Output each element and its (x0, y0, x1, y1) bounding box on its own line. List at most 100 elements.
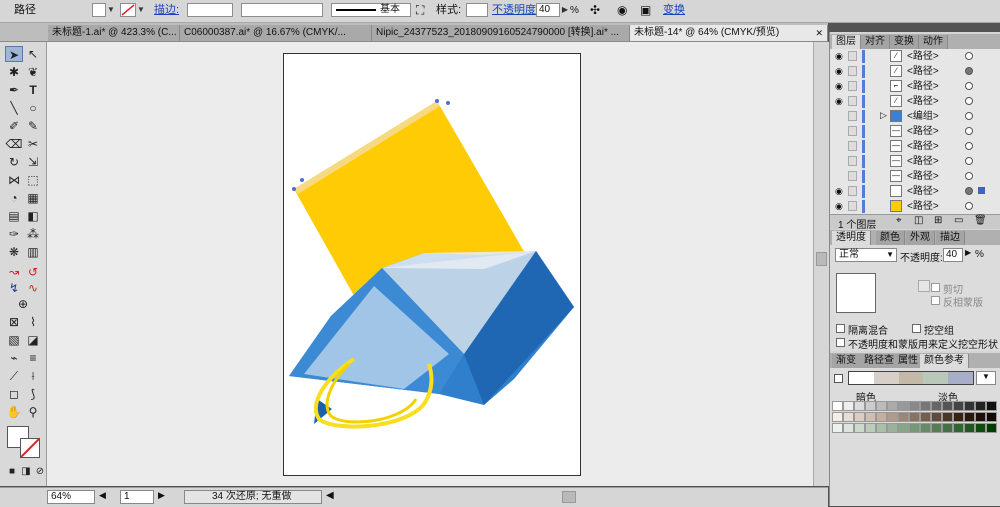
anchor-point[interactable] (300, 178, 304, 182)
direct-selection-tool-icon[interactable]: ↖ (24, 46, 42, 62)
layer-row[interactable]: ◉ ∕ <路径> (830, 94, 1000, 110)
mesh-tool-icon[interactable]: ⊠ (5, 314, 23, 330)
clip-checkbox[interactable] (931, 283, 940, 292)
brush-definition[interactable]: 基本 (331, 3, 411, 17)
next-artboard-icon[interactable]: ▶ (158, 490, 165, 501)
hand-draw-tool-icon[interactable]: ⌁ (5, 350, 23, 366)
target-circle-icon[interactable] (965, 112, 973, 120)
harmony-rules-dropdown[interactable]: ▼ (976, 371, 996, 385)
artboard-page-field[interactable]: 1 (120, 490, 154, 504)
tab-color-guide[interactable]: 颜色参考 (920, 354, 969, 368)
layer-row[interactable]: ◉ <路径> (830, 199, 1000, 215)
layer-row[interactable]: — <路径> (830, 154, 1000, 170)
locate-object-icon[interactable]: ⌖ (896, 215, 902, 226)
blend-mode-select[interactable]: 正常 ▼ (835, 248, 897, 262)
artboard[interactable] (283, 53, 581, 476)
tab-color[interactable]: 颜色 (876, 231, 905, 245)
document-canvas[interactable] (47, 42, 828, 486)
tab-document-1[interactable]: 未标题-1.ai* @ 423.3% (C... (48, 25, 180, 41)
target-circle-icon[interactable] (965, 67, 973, 75)
target-circle-icon[interactable] (965, 202, 973, 210)
pencil-tool-icon[interactable]: ✎ (24, 118, 42, 134)
rotate-tool-icon[interactable]: ↻ (5, 154, 23, 170)
variable-width-profile[interactable] (241, 3, 323, 17)
zoom-tool-icon[interactable]: ⚲ (24, 404, 42, 420)
eye-icon[interactable]: ◉ (835, 96, 844, 106)
stroke-swatch[interactable] (120, 3, 136, 17)
shape-builder-tool-icon[interactable]: ◔ (5, 190, 23, 206)
width-tool-icon[interactable]: ⋈ (5, 172, 23, 188)
lock-toggle[interactable] (848, 186, 857, 196)
lock-toggle[interactable] (848, 156, 857, 166)
lock-toggle[interactable] (848, 126, 857, 136)
tab-layers[interactable]: 图层 (832, 35, 861, 49)
selection-tool-icon[interactable]: ➤ (5, 46, 23, 62)
layer-row[interactable]: ◉ ⌐ <路径> (830, 79, 1000, 95)
slice-select-tool-icon[interactable]: ⟆ (24, 386, 42, 402)
undo-status[interactable]: 34 次还原; 无重做 (184, 490, 322, 504)
target-circle-icon[interactable] (965, 157, 973, 165)
delete-layer-icon[interactable]: 🗑 (974, 215, 987, 226)
harmony-bar[interactable] (848, 371, 974, 385)
measure-tool-icon[interactable]: ⟋ (5, 368, 23, 384)
graphic-style-swatch[interactable] (466, 3, 488, 17)
transform-link[interactable]: 变换 (663, 3, 685, 18)
target-circle-icon[interactable] (965, 142, 973, 150)
knockout-group-checkbox[interactable] (912, 324, 921, 333)
layer-row[interactable]: — <路径> (830, 139, 1000, 155)
lock-toggle[interactable] (848, 171, 857, 181)
target-tool-icon[interactable]: ⊕ (14, 296, 32, 312)
eye-icon[interactable]: ◉ (835, 51, 844, 61)
ellipse-tool-icon[interactable]: ○ (24, 100, 42, 116)
warp-tool-icon[interactable]: ↝ (5, 264, 23, 280)
scroll-left-icon[interactable]: ◀ (326, 490, 334, 501)
slice-tool-icon[interactable]: ◪ (24, 332, 42, 348)
opacity-input[interactable]: 40 (943, 248, 963, 262)
hand-tool-icon[interactable]: ✋ (5, 404, 23, 420)
scale-tool-icon[interactable]: ⇲ (24, 154, 42, 170)
fill-swatch[interactable] (92, 3, 106, 17)
free-transform-tool-icon[interactable]: ⬚ (24, 172, 42, 188)
lock-toggle[interactable] (848, 81, 857, 91)
eyedropper-tool-icon[interactable]: ✑ (5, 226, 23, 242)
tab-stroke[interactable]: 描边 (936, 231, 965, 245)
pucker-tool-icon[interactable]: ↯ (5, 280, 23, 296)
horizontal-scrollbar-thumb[interactable] (562, 491, 576, 503)
line-tool-icon[interactable]: ╲ (5, 100, 23, 116)
layer-row[interactable]: — <路径> (830, 169, 1000, 185)
tab-actions[interactable]: 动作 (919, 35, 948, 49)
document-setup-icon[interactable]: ◉ (617, 3, 627, 18)
options-icon[interactable]: ⛶ (416, 3, 424, 18)
eye-icon[interactable]: ◉ (835, 186, 844, 196)
stroke-weight-field[interactable] (187, 3, 233, 17)
layer-row[interactable]: ◉ <路径> (830, 184, 1000, 200)
tab-attributes[interactable]: 属性 (894, 354, 923, 368)
artboard-tool-icon[interactable]: ◻ (5, 386, 23, 402)
blend-tool-icon[interactable]: ⁂ (24, 226, 42, 242)
layer-row[interactable]: ◉ ∕ <路径> (830, 64, 1000, 80)
lock-toggle[interactable] (848, 66, 857, 76)
zoom-field[interactable]: 64% (47, 490, 95, 504)
lock-toggle[interactable] (848, 201, 857, 211)
eye-icon[interactable]: ◉ (835, 201, 844, 211)
stroke-link[interactable]: 描边: (154, 3, 179, 18)
opacity-field[interactable]: 40 (536, 3, 560, 17)
tab-appearance[interactable]: 外观 (906, 231, 935, 245)
invert-mask-checkbox[interactable] (931, 296, 940, 305)
live-paint-tool-icon[interactable]: ▦ (24, 190, 42, 206)
lock-toggle[interactable] (848, 96, 857, 106)
pen-tool-icon[interactable]: ✒ (5, 82, 23, 98)
base-color-swatch[interactable] (834, 374, 843, 383)
perspective-grid-tool-icon[interactable]: ▤ (5, 208, 23, 224)
gradient-tool-icon[interactable]: ◧ (24, 208, 42, 224)
eye-icon[interactable]: ◉ (835, 81, 844, 91)
tab-document-3[interactable]: Nipic_24377523_20180909160524790000 [转换]… (372, 25, 630, 41)
make-clipping-mask-icon[interactable]: ◫ (914, 215, 923, 226)
target-circle-icon[interactable] (965, 82, 973, 90)
new-layer-icon[interactable]: ▭ (954, 215, 963, 226)
tab-align[interactable]: 对齐 (861, 35, 890, 49)
paintbrush-tool-icon[interactable]: ✐ (5, 118, 23, 134)
lock-toggle[interactable] (848, 141, 857, 151)
anchor-point[interactable] (292, 187, 296, 191)
lasso-tool-icon[interactable]: ❦ (24, 64, 42, 80)
